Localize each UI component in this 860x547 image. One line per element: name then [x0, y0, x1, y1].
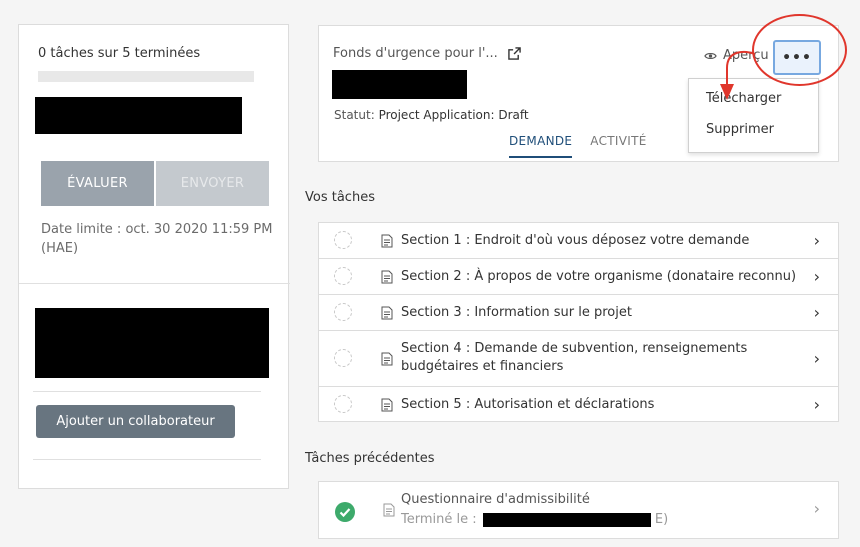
redacted-block	[482, 512, 651, 527]
incomplete-circle-icon	[334, 267, 352, 285]
tasks-heading: Vos tâches	[305, 190, 375, 205]
status-value: Project Application: Draft	[378, 108, 529, 122]
completed-suffix: E)	[654, 512, 669, 527]
incomplete-circle-icon	[334, 303, 352, 321]
document-icon	[381, 352, 393, 366]
previous-task-completed: Terminé le : E)	[401, 512, 668, 527]
chevron-right-icon: ›	[813, 395, 820, 414]
document-icon	[381, 398, 393, 412]
menu-item-delete[interactable]: Supprimer	[706, 122, 774, 137]
document-icon	[381, 306, 393, 320]
task-row[interactable]: Section 2 : À propos de votre organisme …	[319, 259, 838, 295]
external-link-icon[interactable]	[508, 47, 521, 60]
redacted-block	[332, 70, 467, 99]
progress-bar	[38, 71, 254, 82]
redacted-block	[35, 97, 242, 134]
incomplete-circle-icon	[334, 349, 352, 367]
progress-text: 0 tâches sur 5 terminées	[38, 46, 201, 61]
divider	[33, 459, 261, 460]
document-icon	[381, 234, 393, 248]
chevron-right-icon: ›	[813, 303, 820, 322]
chevron-right-icon: ›	[813, 499, 820, 518]
task-label: Section 1 : Endroit d'où vous déposez vo…	[401, 233, 750, 248]
previous-tasks-heading: Tâches précédentes	[305, 451, 435, 466]
document-icon	[383, 503, 395, 517]
application-title-text: Fonds d'urgence pour l'...	[333, 46, 498, 61]
task-label: Section 4 : Demande de subvention, rense…	[401, 341, 748, 374]
application-title[interactable]: Fonds d'urgence pour l'...	[333, 46, 521, 61]
chevron-right-icon: ›	[813, 267, 820, 286]
send-button[interactable]: ENVOYER	[156, 161, 269, 206]
status-line: Statut: Project Application: Draft	[334, 108, 529, 122]
incomplete-circle-icon	[334, 231, 352, 249]
task-label: Section 5 : Autorisation et déclarations	[401, 397, 655, 412]
tab-bar: DEMANDE ACTIVITÉ	[509, 134, 647, 158]
chevron-right-icon: ›	[813, 231, 820, 250]
add-collaborator-button[interactable]: Ajouter un collaborateur	[36, 405, 235, 438]
redacted-block	[35, 308, 269, 378]
task-label: Section 3 : Information sur le projet	[401, 305, 632, 320]
incomplete-circle-icon	[334, 395, 352, 413]
task-row[interactable]: Section 4 : Demande de subvention, rense…	[319, 331, 838, 387]
evaluate-button[interactable]: ÉVALUER	[41, 161, 154, 206]
task-row[interactable]: Section 3 : Information sur le projet ›	[319, 295, 838, 331]
tab-demande[interactable]: DEMANDE	[509, 134, 573, 158]
divider	[33, 391, 261, 392]
task-row[interactable]: Section 1 : Endroit d'où vous déposez vo…	[319, 223, 838, 259]
deadline-text: Date limite : oct. 30 2020 11:59 PM (HAE…	[41, 222, 273, 256]
annotation-arrow-icon	[720, 50, 756, 100]
previous-task-title: Questionnaire d'admissibilité	[401, 492, 590, 507]
action-buttons: ÉVALUER ENVOYER	[41, 161, 269, 206]
annotation-circle	[752, 14, 847, 86]
tab-activite[interactable]: ACTIVITÉ	[590, 134, 646, 158]
task-label: Section 2 : À propos de votre organisme …	[401, 269, 797, 284]
previous-task-row[interactable]: Questionnaire d'admissibilité Terminé le…	[318, 481, 839, 539]
divider	[19, 283, 290, 284]
document-icon	[381, 270, 393, 284]
task-list: Section 1 : Endroit d'où vous déposez vo…	[318, 222, 839, 422]
status-label: Statut:	[334, 108, 375, 122]
check-icon	[335, 502, 355, 522]
completed-label: Terminé le :	[401, 512, 477, 527]
task-row[interactable]: Section 5 : Autorisation et déclarations…	[319, 387, 838, 423]
chevron-right-icon: ›	[813, 349, 820, 368]
task-summary-panel: 0 tâches sur 5 terminées ÉVALUER ENVOYER…	[18, 24, 290, 489]
